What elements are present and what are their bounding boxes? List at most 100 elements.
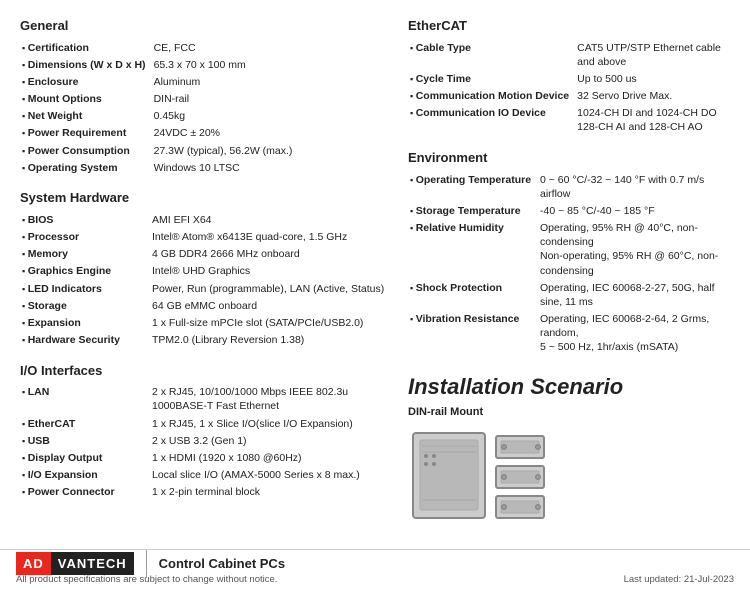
table-row: Vibration ResistanceOperating, IEC 60068…: [408, 311, 730, 357]
spec-label: Shock Protection: [408, 279, 538, 310]
environment-spec-table: Operating Temperature0 ~ 60 °C/-32 ~ 140…: [408, 171, 730, 356]
footer-logo: AD VANTECH: [16, 552, 134, 575]
ethercat-section-title: EtherCAT: [408, 18, 730, 33]
spec-value: Operating, IEC 60068-2-27, 50G, half sin…: [538, 279, 730, 310]
system-hardware-spec-table: BIOSAMI EFI X64ProcessorIntel® Atom® x64…: [20, 211, 390, 348]
general-section-title: General: [20, 18, 390, 33]
spec-label: Mount Options: [20, 91, 152, 108]
footer: AD VANTECH Control Cabinet PCs All produ…: [0, 549, 750, 591]
spec-value: Windows 10 LTSC: [152, 159, 390, 176]
spec-label: Memory: [20, 246, 150, 263]
spec-label: Operating Temperature: [408, 171, 538, 202]
spec-label: Enclosure: [20, 73, 152, 90]
spec-label: Power Requirement: [20, 125, 152, 142]
table-row: Storage Temperature-40 ~ 85 °C/-40 ~ 185…: [408, 202, 730, 219]
spec-label: Expansion: [20, 314, 150, 331]
spec-label: Cable Type: [408, 39, 575, 70]
table-row: BIOSAMI EFI X64: [20, 211, 390, 228]
spec-label: Communication Motion Device: [408, 88, 575, 105]
table-row: Dimensions (W x D x H)65.3 x 70 x 100 mm: [20, 56, 390, 73]
installation-title: Installation Scenario: [408, 374, 730, 400]
general-spec-table: CertificationCE, FCCDimensions (W x D x …: [20, 39, 390, 176]
table-row: Communication IO Device1024-CH DI and 10…: [408, 105, 730, 136]
table-row: I/O ExpansionLocal slice I/O (AMAX-5000 …: [20, 467, 390, 484]
spec-value: Intel® UHD Graphics: [150, 263, 390, 280]
table-row: Display Output1 x HDMI (1920 x 1080 @60H…: [20, 449, 390, 466]
spec-value: 0.45kg: [152, 108, 390, 125]
left-column: General CertificationCE, FCCDimensions (…: [20, 18, 390, 528]
table-row: LAN2 x RJ45, 10/100/1000 Mbps IEEE 802.3…: [20, 384, 390, 415]
spec-value: 1 x Full-size mPCIe slot (SATA/PCIe/USB2…: [150, 314, 390, 331]
spec-label: USB: [20, 432, 150, 449]
spec-label: EtherCAT: [20, 415, 150, 432]
table-row: Power Connector1 x 2-pin terminal block: [20, 484, 390, 501]
spec-value: 0 ~ 60 °C/-32 ~ 140 °F with 0.7 m/s airf…: [538, 171, 730, 202]
spec-label: Storage: [20, 297, 150, 314]
table-row: Hardware SecurityTPM2.0 (Library Reversi…: [20, 332, 390, 349]
spec-label: Power Consumption: [20, 142, 152, 159]
table-row: Communication Motion Device32 Servo Driv…: [408, 88, 730, 105]
spec-value: 1 x RJ45, 1 x Slice I/O(slice I/O Expans…: [150, 415, 390, 432]
spec-value: Local slice I/O (AMAX-5000 Series x 8 ma…: [150, 467, 390, 484]
footer-logo-vantech: VANTECH: [51, 552, 134, 575]
table-row: EnclosureAluminum: [20, 73, 390, 90]
din-rail-image: [408, 428, 730, 528]
table-row: Memory4 GB DDR4 2666 MHz onboard: [20, 246, 390, 263]
spec-label: BIOS: [20, 211, 150, 228]
table-row: Cycle TimeUp to 500 us: [408, 70, 730, 87]
table-row: EtherCAT1 x RJ45, 1 x Slice I/O(slice I/…: [20, 415, 390, 432]
table-row: Power Consumption27.3W (typical), 56.2W …: [20, 142, 390, 159]
spec-value: AMI EFI X64: [150, 211, 390, 228]
spec-label: Vibration Resistance: [408, 311, 538, 357]
table-row: Cable TypeCAT5 UTP/STP Ethernet cable an…: [408, 39, 730, 70]
table-row: Power Requirement24VDC ± 20%: [20, 125, 390, 142]
spec-value: Operating, IEC 60068-2-64, 2 Grms, rando…: [538, 311, 730, 357]
spec-value: Aluminum: [152, 73, 390, 90]
spec-value: -40 ~ 85 °C/-40 ~ 185 °F: [538, 202, 730, 219]
din-rail-label: DIN-rail Mount: [408, 406, 730, 418]
spec-label: Cycle Time: [408, 70, 575, 87]
io-interfaces-spec-table: LAN2 x RJ45, 10/100/1000 Mbps IEEE 802.3…: [20, 384, 390, 501]
right-column: EtherCAT Cable TypeCAT5 UTP/STP Ethernet…: [390, 18, 730, 528]
spec-label: Graphics Engine: [20, 263, 150, 280]
table-row: Graphics EngineIntel® UHD Graphics: [20, 263, 390, 280]
spec-value: 65.3 x 70 x 100 mm: [152, 56, 390, 73]
table-row: Shock ProtectionOperating, IEC 60068-2-2…: [408, 279, 730, 310]
spec-value: CE, FCC: [152, 39, 390, 56]
spec-label: Display Output: [20, 449, 150, 466]
spec-label: Certification: [20, 39, 152, 56]
table-row: Storage64 GB eMMC onboard: [20, 297, 390, 314]
spec-value: 1024-CH DI and 1024-CH DO128-CH AI and 1…: [575, 105, 730, 136]
environment-section-title: Environment: [408, 150, 730, 165]
spec-label: LED Indicators: [20, 280, 150, 297]
spec-label: I/O Expansion: [20, 467, 150, 484]
spec-label: Operating System: [20, 159, 152, 176]
table-row: USB2 x USB 3.2 (Gen 1): [20, 432, 390, 449]
device-svg: [408, 428, 568, 528]
spec-value: TPM2.0 (Library Reversion 1.38): [150, 332, 390, 349]
footer-top: AD VANTECH Control Cabinet PCs: [16, 550, 734, 592]
spec-label: Power Connector: [20, 484, 150, 501]
table-row: Operating SystemWindows 10 LTSC: [20, 159, 390, 176]
spec-value: 32 Servo Drive Max.: [575, 88, 730, 105]
spec-label: Hardware Security: [20, 332, 150, 349]
spec-label: LAN: [20, 384, 150, 415]
footer-date: Last updated: 21-Jul-2023: [624, 574, 734, 585]
spec-value: Operating, 95% RH @ 40°C, non-condensing…: [538, 220, 730, 280]
spec-value: DIN-rail: [152, 91, 390, 108]
system-hardware-section-title: System Hardware: [20, 190, 390, 205]
spec-value: 27.3W (typical), 56.2W (max.): [152, 142, 390, 159]
spec-value: 1 x 2-pin terminal block: [150, 484, 390, 501]
spec-label: Dimensions (W x D x H): [20, 56, 152, 73]
table-row: LED IndicatorsPower, Run (programmable),…: [20, 280, 390, 297]
spec-value: Intel® Atom® x6413E quad-core, 1.5 GHz: [150, 229, 390, 246]
table-row: Mount OptionsDIN-rail: [20, 91, 390, 108]
table-row: Relative HumidityOperating, 95% RH @ 40°…: [408, 220, 730, 280]
spec-value: 2 x USB 3.2 (Gen 1): [150, 432, 390, 449]
table-row: Operating Temperature0 ~ 60 °C/-32 ~ 140…: [408, 171, 730, 202]
spec-value: Power, Run (programmable), LAN (Active, …: [150, 280, 390, 297]
spec-label: Storage Temperature: [408, 202, 538, 219]
spec-label: Communication IO Device: [408, 105, 575, 136]
spec-label: Relative Humidity: [408, 220, 538, 280]
footer-category: Control Cabinet PCs: [159, 556, 285, 571]
